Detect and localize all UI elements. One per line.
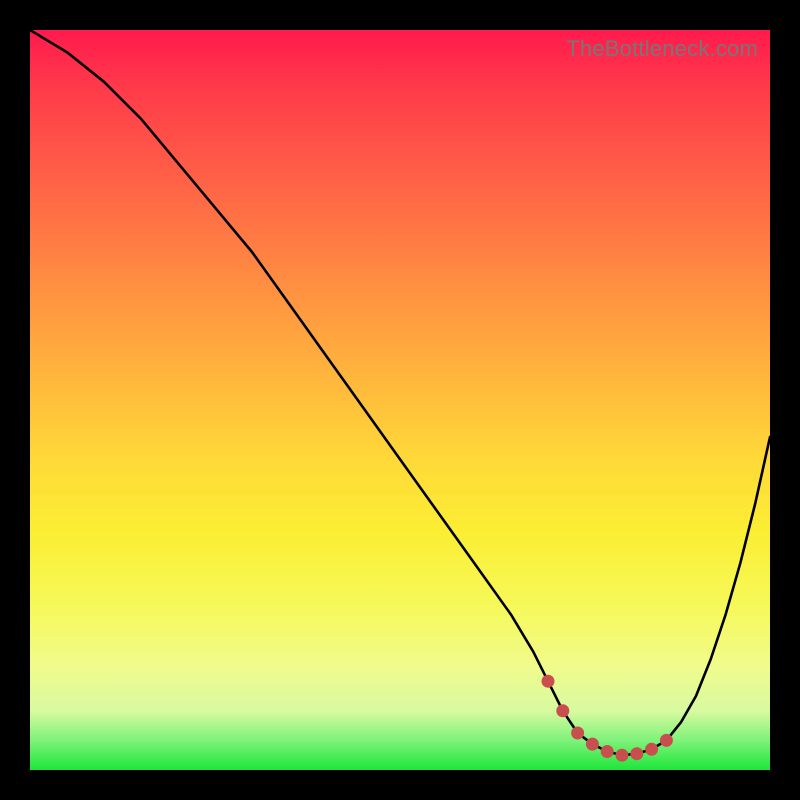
plot-area: TheBottleneck.com [30, 30, 770, 770]
highlight-dot [586, 738, 599, 751]
chart-svg [30, 30, 770, 770]
highlight-dot [556, 704, 569, 717]
highlight-dot [645, 743, 658, 756]
highlight-dot [630, 747, 643, 760]
highlight-dot [571, 727, 584, 740]
bottleneck-curve [30, 30, 770, 755]
highlight-dot [542, 675, 555, 688]
highlight-dot [601, 745, 614, 758]
highlight-dot-group [542, 675, 673, 762]
outer-frame: TheBottleneck.com [0, 0, 800, 800]
highlight-dot [616, 749, 629, 762]
highlight-dot [660, 734, 673, 747]
